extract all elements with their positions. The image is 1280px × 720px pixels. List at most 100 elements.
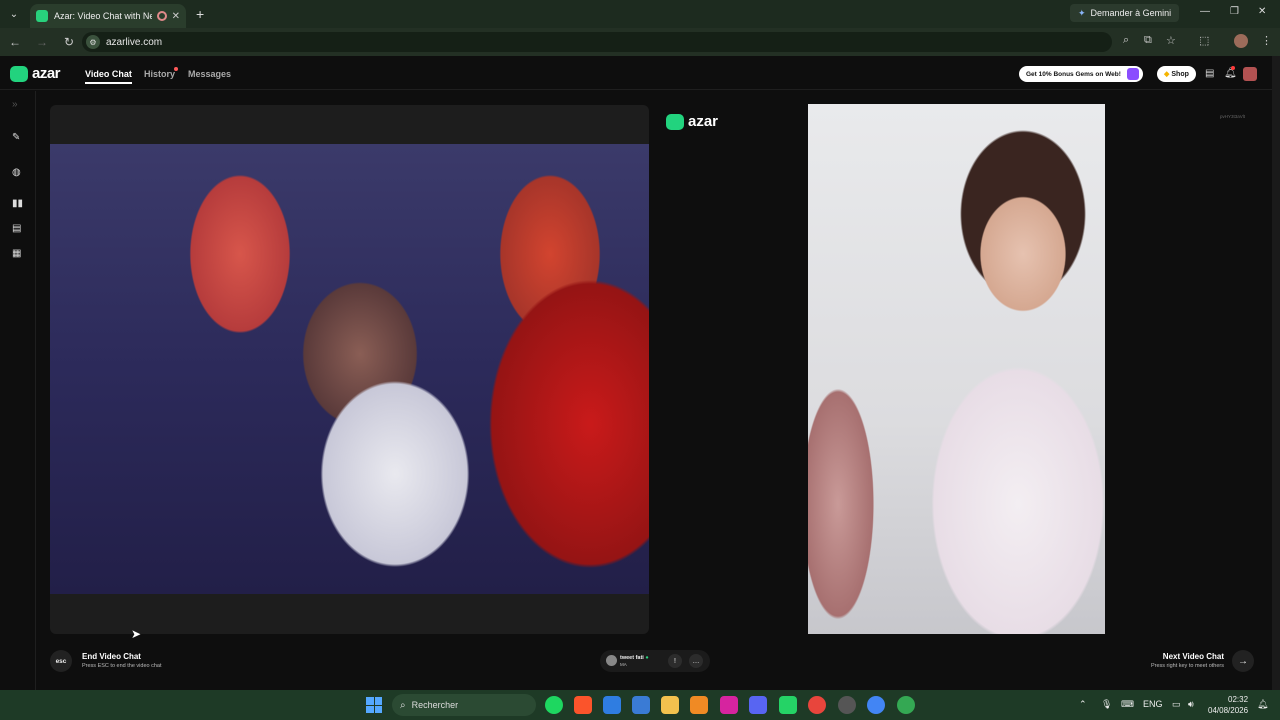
end-video-chat-title: End Video Chat	[82, 652, 141, 661]
layout-split-icon[interactable]: ▮▮	[12, 198, 23, 209]
zoom-icon[interactable]: ⌕	[1123, 34, 1129, 47]
bonus-gems-promo[interactable]: Get 10% Bonus Gems on Web!	[1019, 66, 1143, 82]
user-avatar[interactable]	[1243, 67, 1257, 81]
partner-avatar[interactable]	[606, 655, 617, 666]
close-window-icon[interactable]: ✕	[1258, 6, 1266, 17]
chrome-profile-2-icon[interactable]	[838, 696, 856, 714]
back-icon[interactable]: ←	[3, 35, 27, 49]
partner-country: MA	[620, 662, 627, 667]
close-icon[interactable]: ✕	[172, 11, 180, 22]
taskbar-search[interactable]: ⌕ Rechercher	[392, 694, 536, 716]
url-field[interactable]: ⚙ azarlive.com	[82, 32, 1112, 52]
sparkle-icon: ✦	[1078, 7, 1086, 18]
forward-icon[interactable]: →	[30, 35, 54, 49]
end-video-chat-hint: Press ESC to end the video chat	[82, 663, 162, 669]
url-text: azarlive.com	[106, 36, 163, 48]
layout-stack-icon[interactable]: ▤	[12, 223, 21, 234]
system-clock[interactable]: 02:32 04/08/2026	[1208, 694, 1248, 716]
app-header: azar Video Chat History Messages Get 10%…	[0, 56, 1272, 90]
chrome-profile-3-icon[interactable]	[867, 696, 885, 714]
local-camera-feed	[50, 144, 649, 594]
search-icon: ⌕	[400, 699, 406, 711]
instagram-icon[interactable]	[720, 696, 738, 714]
nav-messages[interactable]: Messages	[188, 69, 231, 79]
next-video-chat-title: Next Video Chat	[1162, 652, 1224, 661]
reload-icon[interactable]: ↻	[57, 35, 81, 49]
partner-name-row: tweet fati ●	[620, 655, 649, 661]
expand-sidebar-icon[interactable]: »	[12, 99, 18, 110]
whatsapp-icon[interactable]	[779, 696, 797, 714]
volume-icon[interactable]: 🔊︎	[1188, 699, 1194, 710]
profile-avatar[interactable]	[1234, 34, 1248, 48]
network-icon[interactable]: ▭	[1172, 699, 1181, 710]
clock-time: 02:32	[1228, 695, 1249, 704]
file-explorer-icon[interactable]	[661, 696, 679, 714]
edit-icon[interactable]: ◍	[12, 167, 21, 178]
history-notification-dot	[174, 67, 178, 71]
page-scrollbar[interactable]	[1272, 56, 1280, 690]
remote-brand-text: azar	[688, 113, 719, 130]
microphone-icon[interactable]: 🎙︎	[1101, 699, 1112, 710]
address-bar-row: ← → ↻ ⚙ azarlive.com	[0, 28, 1280, 56]
verified-icon: ●	[645, 655, 649, 661]
favicon-icon	[36, 10, 48, 22]
search-placeholder: Rechercher	[411, 700, 459, 710]
notification-dot	[1231, 66, 1235, 70]
next-video-chat-hint: Press right key to meet others	[1150, 663, 1224, 669]
chevron-down-icon[interactable]: ⌄	[2, 4, 26, 24]
notification-center-icon[interactable]: 🔔︎	[1257, 699, 1268, 710]
report-icon[interactable]: !	[668, 654, 682, 668]
plus-icon[interactable]: +	[196, 6, 204, 22]
local-video-panel	[50, 105, 649, 634]
language-indicator[interactable]: ENG	[1143, 699, 1163, 709]
promo-label: Get 10% Bonus Gems on Web!	[1026, 70, 1121, 78]
gemini-button[interactable]: ✦ Demander à Gemini	[1070, 4, 1180, 22]
gemini-label: Demander à Gemini	[1090, 8, 1172, 18]
partner-name: tweet fati	[620, 655, 644, 661]
chrome-icon[interactable]	[808, 696, 826, 714]
shop-button[interactable]: ◆ Shop	[1157, 66, 1196, 82]
brave-icon[interactable]	[574, 696, 592, 714]
azar-app: azar Video Chat History Messages Get 10%…	[0, 56, 1272, 690]
shop-label: Shop	[1171, 70, 1189, 78]
inbox-icon[interactable]: ▤	[1205, 68, 1214, 79]
install-icon[interactable]: ⧉	[1144, 34, 1152, 47]
keyboard-icon[interactable]: ⌨	[1121, 699, 1134, 710]
mouse-cursor-icon: ➤	[131, 627, 142, 641]
magic-wand-icon[interactable]: ✎	[12, 132, 20, 143]
clock-date: 04/08/2026	[1208, 706, 1249, 715]
azar-logo-icon	[666, 113, 684, 130]
spotify-icon[interactable]	[545, 696, 563, 714]
gem-icon: ◆	[1164, 71, 1170, 78]
site-info-icon[interactable]: ⚙	[86, 35, 100, 49]
tab-title: Azar: Video Chat with New	[54, 11, 152, 21]
defender-icon[interactable]	[603, 696, 621, 714]
store-icon[interactable]	[632, 696, 650, 714]
azar-logo-icon	[10, 65, 28, 82]
nav-video-chat[interactable]: Video Chat	[85, 69, 132, 84]
extensions-icon[interactable]: ⬚	[1199, 34, 1209, 47]
azar-logo[interactable]: azar	[10, 65, 61, 82]
windows-start-icon[interactable]	[366, 697, 382, 713]
chrome-active-icon[interactable]	[897, 696, 915, 714]
session-id: pvHY3t3aVlt	[1220, 114, 1246, 119]
nav-history[interactable]: History	[144, 69, 175, 79]
minimize-icon[interactable]: —	[1200, 6, 1210, 17]
discord-icon[interactable]	[749, 696, 767, 714]
arrow-right-icon[interactable]: →	[1232, 650, 1254, 672]
vlc-icon[interactable]	[690, 696, 708, 714]
record-icon	[156, 11, 167, 21]
maximize-icon[interactable]: ❐	[1230, 6, 1239, 17]
remote-azar-watermark: azar	[666, 113, 718, 130]
chat-icon[interactable]: …	[689, 654, 703, 668]
partner-info-pill: tweet fati ● MA ! …	[600, 650, 710, 672]
menu-dots-icon[interactable]: ⋮	[1261, 34, 1272, 47]
bookmark-star-icon[interactable]: ☆	[1166, 34, 1176, 47]
end-video-chat-button[interactable]: esc	[50, 650, 72, 672]
bell-icon[interactable]: 🔔︎	[1224, 68, 1237, 79]
tray-chevron-icon[interactable]: ⌃	[1079, 699, 1087, 710]
browser-tab[interactable]: Azar: Video Chat with New ✕	[30, 4, 186, 28]
windows-taskbar: ⌕ Rechercher ⌃ 🎙︎ ⌨ ENG ▭ 🔊︎ 02:32 04/08…	[0, 690, 1280, 720]
gift-icon	[1126, 68, 1139, 80]
layout-grid-icon[interactable]: ▦	[12, 248, 21, 259]
